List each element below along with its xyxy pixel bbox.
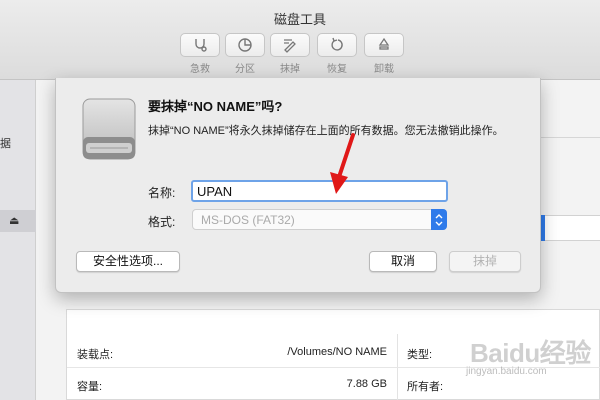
toolbar-erase[interactable]: 抹掉 bbox=[268, 33, 312, 75]
toolbar-partition[interactable]: 分区 bbox=[223, 33, 267, 75]
security-options-button[interactable]: 安全性选项... bbox=[76, 251, 180, 272]
restore-button[interactable] bbox=[317, 33, 357, 57]
info-key: 容量: bbox=[77, 381, 103, 393]
chevron-updown-icon bbox=[431, 209, 447, 230]
erase-icon bbox=[284, 39, 296, 53]
watermark-main: Baidu经验 bbox=[470, 338, 591, 368]
format-value: MS-DOS (FAT32) bbox=[201, 213, 295, 227]
usage-bar bbox=[541, 215, 600, 241]
erase-dialog: 要抹掉“NO NAME”吗? 抹掉“NO NAME”将永久抹掉储存在上面的所有数… bbox=[55, 78, 541, 293]
first-aid-label: 急救 bbox=[190, 64, 210, 75]
partition-label: 分区 bbox=[235, 64, 255, 75]
toolbar-first-aid[interactable]: 急救 bbox=[178, 33, 222, 75]
erase-toolbar-button[interactable] bbox=[270, 33, 310, 57]
dialog-message: 抹掉“NO NAME”将永久抹掉储存在上面的所有数据。您无法撤销此操作。 bbox=[148, 125, 504, 137]
stethoscope-icon bbox=[195, 39, 207, 52]
info-key-2: 类型: bbox=[407, 349, 433, 361]
sidebar: 据 ⏏ bbox=[0, 80, 36, 400]
restore-icon bbox=[331, 37, 343, 51]
window-title: 磁盘工具 bbox=[273, 12, 326, 27]
info-value: /Volumes/NO NAME bbox=[287, 346, 387, 358]
format-select[interactable]: MS-DOS (FAT32) bbox=[192, 209, 447, 230]
toolbar-restore[interactable]: 恢复 bbox=[315, 33, 359, 75]
usage-bar-fill bbox=[541, 215, 545, 241]
cancel-button[interactable]: 取消 bbox=[369, 251, 437, 272]
divider bbox=[541, 137, 600, 138]
name-label: 名称: bbox=[148, 186, 176, 200]
format-label: 格式: bbox=[148, 215, 176, 229]
watermark-sub: jingyan.baidu.com bbox=[466, 366, 547, 377]
erase-toolbar-label: 抹掉 bbox=[280, 64, 300, 75]
eject-icon[interactable]: ⏏ bbox=[9, 214, 19, 227]
info-key-2: 所有者: bbox=[407, 381, 444, 393]
sidebar-partial-text: 据 bbox=[0, 138, 11, 150]
pie-partition-icon bbox=[238, 38, 252, 52]
restore-label: 恢复 bbox=[327, 64, 347, 75]
external-disk-icon bbox=[82, 98, 136, 160]
watermark: Baidu经验 jingyan.baidu.com bbox=[450, 333, 595, 395]
name-input[interactable] bbox=[191, 180, 448, 202]
unmount-icon bbox=[378, 37, 390, 50]
unmount-button[interactable] bbox=[364, 33, 404, 57]
sidebar-item-selected[interactable]: ⏏ bbox=[0, 210, 36, 232]
erase-button[interactable]: 抹掉 bbox=[449, 251, 521, 272]
title-bar: 磁盘工具 急救 分区 抹掉 恢复 卸载 bbox=[0, 0, 600, 80]
info-key: 装载点: bbox=[77, 349, 114, 361]
unmount-label: 卸载 bbox=[374, 64, 394, 75]
dialog-title: 要抹掉“NO NAME”吗? bbox=[148, 99, 283, 114]
first-aid-button[interactable] bbox=[180, 33, 220, 57]
partition-button[interactable] bbox=[225, 33, 265, 57]
toolbar-unmount[interactable]: 卸载 bbox=[362, 33, 406, 75]
info-value: 7.88 GB bbox=[346, 378, 387, 390]
